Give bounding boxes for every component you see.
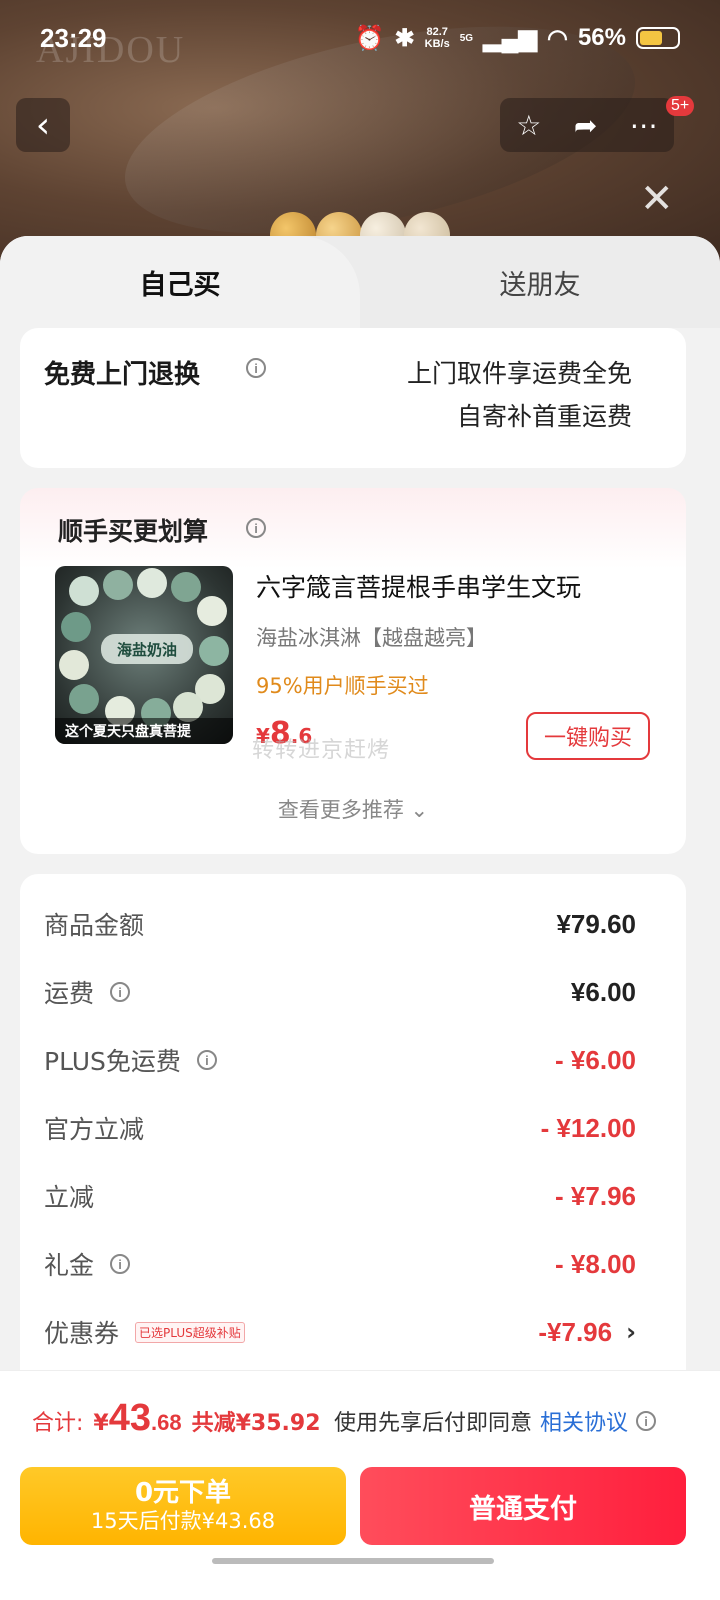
recommend-product-sub: 海盐冰淇淋【越盘越亮】 [256, 626, 487, 650]
chevron-left-icon: ‹ [35, 104, 51, 146]
plus-free-value: - ¥6.00 [555, 1044, 636, 1075]
recommend-product-name[interactable]: 六字箴言菩提根手串学生文玩 [256, 568, 581, 604]
instant-label: 立减 [44, 1183, 95, 1212]
agreement-link[interactable]: 相关协议 [540, 1405, 628, 1437]
return-service-card: 免费上门退换 i 上门取件享运费全免 自寄补首重运费 [20, 328, 686, 468]
instant-value: - ¥7.96 [555, 1180, 636, 1211]
coupon-tag: 已选PLUS超级补贴 [135, 1321, 245, 1343]
gift-value: - ¥8.00 [555, 1248, 636, 1279]
plus-free-label: PLUS免运费 [44, 1047, 181, 1076]
total-cents: .68 [151, 1410, 182, 1435]
close-icon[interactable]: ✕ [640, 176, 674, 222]
shipping-label: 运费 [44, 979, 95, 1008]
shipping-value: ¥6.00 [570, 976, 636, 1007]
info-icon[interactable]: i [110, 982, 131, 1002]
wifi-icon: ◠ [547, 24, 568, 52]
product-thumbnail[interactable]: 海盐奶油 这个夏天只盘真菩提 [55, 566, 233, 744]
return-line-2: 自寄补首重运费 [456, 402, 632, 431]
share-icon[interactable]: ➦ [574, 109, 597, 142]
goods-amount-label: 商品金额 [44, 911, 145, 940]
thumb-bead [171, 572, 201, 602]
info-icon[interactable]: i [110, 1254, 131, 1274]
signal-type: 5G [459, 32, 474, 44]
star-icon[interactable]: ☆ [516, 109, 541, 142]
agreement-text: 使用先享后付即同意 相关协议 i [334, 1405, 657, 1437]
agreement-label: 使用先享后付即同意 [334, 1411, 533, 1436]
purchase-tabs: 自己买 送朋友 [0, 236, 720, 328]
row-coupon[interactable]: 优惠券 已选PLUS超级补贴 -¥7.96 › [44, 1312, 636, 1352]
thumb-bead [59, 650, 89, 680]
thumb-bead [199, 636, 229, 666]
more-icon[interactable]: ⋯ [630, 109, 658, 142]
more-recommend-label: 查看更多推荐 [277, 798, 404, 822]
thumb-bead [69, 684, 99, 714]
zero-yuan-order-button[interactable]: 0元下单 15天后付款¥43.68 [20, 1467, 346, 1545]
thumb-bead [61, 612, 91, 642]
thumb-bead [69, 576, 99, 606]
coupon-label-wrap: 优惠券 已选PLUS超级补贴 [44, 1314, 245, 1350]
coupon-label: 优惠券 [44, 1319, 120, 1348]
thumb-bottom-label: 这个夏天只盘真菩提 [55, 718, 233, 744]
signal-icon: ▂▄▆ [483, 24, 537, 52]
tab-gift-friend[interactable]: 送朋友 [360, 236, 720, 328]
info-icon[interactable]: i [636, 1411, 657, 1431]
thumb-bead [197, 596, 227, 626]
status-time: 23:29 [40, 22, 107, 53]
status-icons: ⏰ ✱ 82.7 KB/s 5G ▂▄▆ ◠ 56% [355, 24, 680, 53]
thumb-bead [137, 568, 167, 598]
checkout-bar: 合计: ¥ 43 .68 共减¥35.92 使用先享后付即同意 相关协议 i 0元下… [0, 1370, 720, 1600]
return-service-title: 免费上门退换 [44, 360, 201, 390]
official-label: 官方立减 [44, 1115, 145, 1144]
bluetooth-icon: ✱ [394, 24, 415, 52]
info-icon[interactable]: i [196, 1050, 217, 1070]
battery-percent: 56% [577, 24, 626, 51]
watermark-text: 转转进京赶烤 [252, 738, 391, 763]
plus-free-label-wrap: PLUS免运费 i [44, 1042, 217, 1078]
chevron-down-icon: ⌄ [410, 798, 429, 822]
goods-amount-value: ¥79.60 [556, 908, 636, 939]
back-button[interactable]: ‹ [16, 98, 70, 152]
net-speed: 82.7 KB/s [424, 26, 450, 50]
total-int: 43 [108, 1397, 152, 1439]
shipping-label-wrap: 运费 i [44, 974, 131, 1010]
coupon-value: -¥7.96 [538, 1316, 613, 1347]
coupon-value-wrap: -¥7.96 › [538, 1317, 636, 1348]
alarm-icon: ⏰ [354, 24, 385, 52]
normal-pay-button[interactable]: 普通支付 [360, 1467, 686, 1545]
row-goods-amount: 商品金额 ¥79.60 [44, 904, 636, 944]
zero-order-sub: 15天后付款¥43.68 [90, 1509, 276, 1533]
home-indicator[interactable] [212, 1558, 494, 1564]
official-value: - ¥12.00 [540, 1112, 636, 1143]
recommend-bought-rate: 95%用户顺手买过 [256, 674, 429, 698]
return-service-desc: 上门取件享运费全免 自寄补首重运费 [407, 352, 632, 438]
recommend-title: 顺手买更划算 [58, 517, 209, 546]
tab-self-buy[interactable]: 自己买 [0, 236, 360, 328]
zero-order-title: 0元下单 [134, 1478, 232, 1508]
more-recommend-link[interactable]: 查看更多推荐 ⌄ [20, 794, 686, 824]
total-price: 合计: ¥ 43 .68 共减¥35.92 [32, 1397, 321, 1440]
row-instant: 立减 - ¥7.96 [44, 1176, 636, 1216]
status-bar: 23:29 ⏰ ✱ 82.7 KB/s 5G ▂▄▆ ◠ 56% [0, 0, 720, 76]
message-badge: 5+ [666, 96, 695, 116]
info-icon[interactable]: i [246, 518, 266, 538]
row-gift: 礼金 i - ¥8.00 [44, 1244, 636, 1284]
gift-label: 礼金 [44, 1251, 95, 1280]
total-yen: ¥ [93, 1411, 109, 1436]
return-line-1: 上门取件享运费全免 [406, 359, 632, 388]
thumb-bead [103, 570, 133, 600]
total-saved: 共减¥35.92 [191, 1411, 321, 1436]
info-icon[interactable]: i [246, 358, 266, 378]
thumb-center-label: 海盐奶油 [101, 634, 193, 664]
row-shipping: 运费 i ¥6.00 [44, 972, 636, 1012]
price-detail-card: 商品金额 ¥79.60 运费 i ¥6.00 PLUS免运费 i - ¥6.00 官… [20, 874, 686, 1434]
total-label: 合计: [32, 1411, 84, 1436]
one-click-buy-button[interactable]: 一键购买 [526, 712, 650, 760]
recommend-card: 顺手买更划算 i 海盐奶油 这个夏天只盘真菩提 六字箴言菩提根手串学生文玩 海盐… [20, 488, 686, 854]
gift-label-wrap: 礼金 i [44, 1246, 131, 1282]
row-plus-free: PLUS免运费 i - ¥6.00 [44, 1040, 636, 1080]
chevron-right-icon: › [626, 1318, 636, 1346]
header-action-group: ☆ ➦ ⋯ [500, 98, 674, 152]
battery-icon [636, 27, 680, 49]
row-official: 官方立减 - ¥12.00 [44, 1108, 636, 1148]
